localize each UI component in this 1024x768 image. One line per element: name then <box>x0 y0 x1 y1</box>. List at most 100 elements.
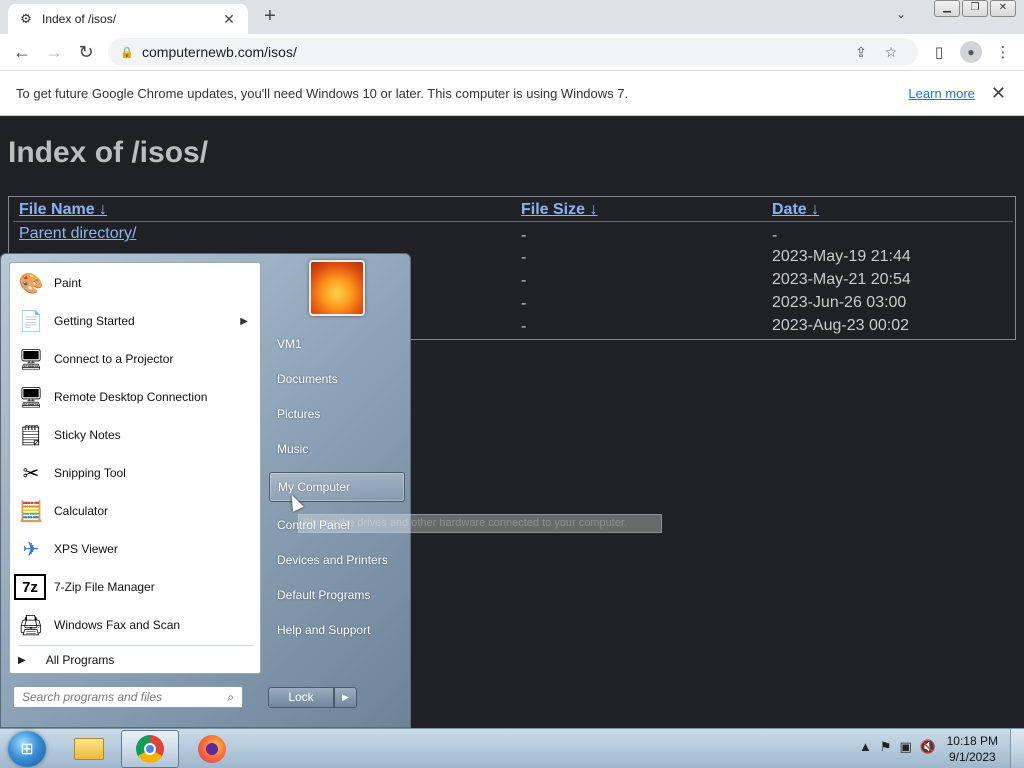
taskbar: ⊞ ▲ ⚑ ▣ 🔇 10:18 PM 9/1/2023 <box>0 728 1024 768</box>
remote-desktop-icon: 🖥 <box>18 386 44 409</box>
lock-icon[interactable]: 🔒 <box>120 46 134 59</box>
back-icon[interactable]: ← <box>6 36 38 68</box>
bookmark-star-icon[interactable]: ☆ <box>876 44 906 61</box>
start-link-default-programs[interactable]: Default Programs <box>269 580 405 610</box>
row-size: - <box>521 318 527 335</box>
column-header-date[interactable]: Date ↓ <box>772 201 819 219</box>
share-icon[interactable]: ⇪ <box>846 44 876 61</box>
row-date: 2023-Jun-26 03:00 <box>772 294 907 311</box>
update-infobar: To get future Google Chrome updates, you… <box>0 70 1024 116</box>
folder-icon <box>74 738 104 760</box>
program-7zip[interactable]: 7z 7-Zip File Manager <box>14 569 258 605</box>
row-size: - <box>521 227 527 244</box>
browser-tab[interactable]: ⚙ Index of /isos/ ✕ <box>8 4 248 34</box>
program-fax-scan[interactable]: 🖨 Windows Fax and Scan <box>14 607 258 643</box>
infobar-message: To get future Google Chrome updates, you… <box>16 85 629 101</box>
network-icon[interactable]: ▣ <box>900 739 912 755</box>
row-date: 2023-May-19 21:44 <box>772 248 911 265</box>
taskbar-chrome[interactable] <box>121 730 179 768</box>
infobar-close-icon[interactable]: ✕ <box>991 83 1006 104</box>
my-computer-tooltip: Shows the drives and other hardware conn… <box>298 514 662 533</box>
start-link-vm1[interactable]: VM1 <box>269 329 405 359</box>
xps-viewer-icon: ✈ <box>22 538 40 561</box>
taskbar-explorer[interactable] <box>60 730 118 768</box>
volume-muted-icon[interactable]: 🔇 <box>920 739 936 755</box>
column-header-file-size[interactable]: File Size ↓ <box>521 201 597 219</box>
toolbar-right: ▯ ● ⋮ <box>926 36 1016 68</box>
browser-toolbar: ← → ↻ 🔒 computernewb.com/isos/ ⇪ ☆ ▯ ● ⋮ <box>0 34 1024 70</box>
start-menu: 🎨 Paint 📄 Getting Started ▶ 🖥 Connect to… <box>0 253 411 728</box>
taskbar-clock[interactable]: 10:18 PM 9/1/2023 <box>947 733 998 765</box>
calculator-icon: 🧮 <box>18 500 44 523</box>
program-label: 7-Zip File Manager <box>54 580 155 594</box>
show-desktop-button[interactable] <box>1010 729 1024 768</box>
tab-search-icon[interactable]: ⌄ <box>896 7 906 21</box>
header-divider <box>13 221 1013 222</box>
row-date: - <box>772 227 778 244</box>
reload-icon[interactable]: ↻ <box>70 36 102 68</box>
tab-title: Index of /isos/ <box>42 12 117 26</box>
start-link-help-support[interactable]: Help and Support <box>269 615 405 645</box>
parent-directory-link[interactable]: Parent directory/ <box>19 225 136 243</box>
program-label: Getting Started <box>54 314 135 328</box>
side-panel-icon[interactable]: ▯ <box>926 36 952 68</box>
program-connect-projector[interactable]: 🖥 Connect to a Projector <box>14 341 258 377</box>
all-programs-button[interactable]: ▶ All Programs <box>18 653 114 667</box>
program-label: Windows Fax and Scan <box>54 618 181 632</box>
minimize-button[interactable]: ▁ <box>934 0 960 17</box>
lock-button[interactable]: Lock <box>268 687 334 708</box>
start-button[interactable]: ⊞ <box>8 731 46 767</box>
start-link-documents[interactable]: Documents <box>269 364 405 394</box>
profile-button[interactable]: ● <box>958 36 984 68</box>
close-window-button[interactable]: ✕ <box>990 0 1016 17</box>
program-getting-started[interactable]: 📄 Getting Started ▶ <box>14 303 258 339</box>
clock-time: 10:18 PM <box>946 734 998 748</box>
fax-icon: 🖨 <box>18 614 44 637</box>
program-label: Remote Desktop Connection <box>54 390 208 404</box>
program-label: Paint <box>54 276 82 290</box>
chrome-icon <box>136 735 164 763</box>
start-link-devices-printers[interactable]: Devices and Printers <box>269 545 405 575</box>
tab-close-icon[interactable]: ✕ <box>220 11 238 28</box>
7zip-icon: 7z <box>14 574 46 600</box>
scissors-icon: ✂ <box>22 462 40 485</box>
arrow-right-icon: ▶ <box>18 654 26 666</box>
row-size: - <box>521 249 527 266</box>
tab-strip: ⚙ Index of /isos/ ✕ + ⌄ ▁ ❐ ✕ <box>0 0 1024 34</box>
search-icon[interactable]: ⌕ <box>227 690 234 705</box>
clock-date: 9/1/2023 <box>948 750 996 764</box>
program-label: Snipping Tool <box>54 466 126 480</box>
projector-icon: 🖥 <box>18 348 44 371</box>
search-placeholder: Search programs and files <box>22 690 163 704</box>
tray-expand-icon[interactable]: ▲ <box>859 739 872 755</box>
program-paint[interactable]: 🎨 Paint <box>14 265 258 301</box>
user-picture-avatar[interactable] <box>309 260 365 316</box>
url-text[interactable]: computernewb.com/isos/ <box>142 44 846 60</box>
new-tab-button[interactable]: + <box>258 5 282 29</box>
restore-button[interactable]: ❐ <box>962 0 988 17</box>
forward-icon[interactable]: → <box>38 36 70 68</box>
start-link-music[interactable]: Music <box>269 434 405 464</box>
program-remote-desktop[interactable]: 🖥 Remote Desktop Connection <box>14 379 258 415</box>
action-center-flag-icon[interactable]: ⚑ <box>880 739 892 755</box>
program-xps-viewer[interactable]: ✈ XPS Viewer <box>14 531 258 567</box>
learn-more-link[interactable]: Learn more <box>908 86 974 101</box>
program-calculator[interactable]: 🧮 Calculator <box>14 493 258 529</box>
start-menu-divider <box>18 645 254 646</box>
start-link-pictures[interactable]: Pictures <box>269 399 405 429</box>
start-search-input[interactable]: Search programs and files ⌕ <box>13 686 243 708</box>
program-sticky-notes[interactable]: 🗒 Sticky Notes <box>14 417 258 453</box>
shutdown-options-arrow-icon[interactable]: ▶ <box>334 687 357 708</box>
taskbar-firefox[interactable] <box>183 730 241 768</box>
column-header-file-name[interactable]: File Name ↓ <box>19 201 107 219</box>
firefox-icon <box>198 735 226 763</box>
profile-icon: ● <box>960 41 982 63</box>
program-label: XPS Viewer <box>54 542 118 556</box>
window-controls: ▁ ❐ ✕ <box>934 0 1016 17</box>
program-snipping-tool[interactable]: ✂ Snipping Tool <box>14 455 258 491</box>
program-label: Connect to a Projector <box>54 352 174 366</box>
row-size: - <box>521 272 527 289</box>
menu-icon[interactable]: ⋮ <box>990 36 1016 68</box>
address-bar[interactable]: 🔒 computernewb.com/isos/ ⇪ ☆ <box>108 38 918 66</box>
paint-icon: 🎨 <box>18 272 44 295</box>
